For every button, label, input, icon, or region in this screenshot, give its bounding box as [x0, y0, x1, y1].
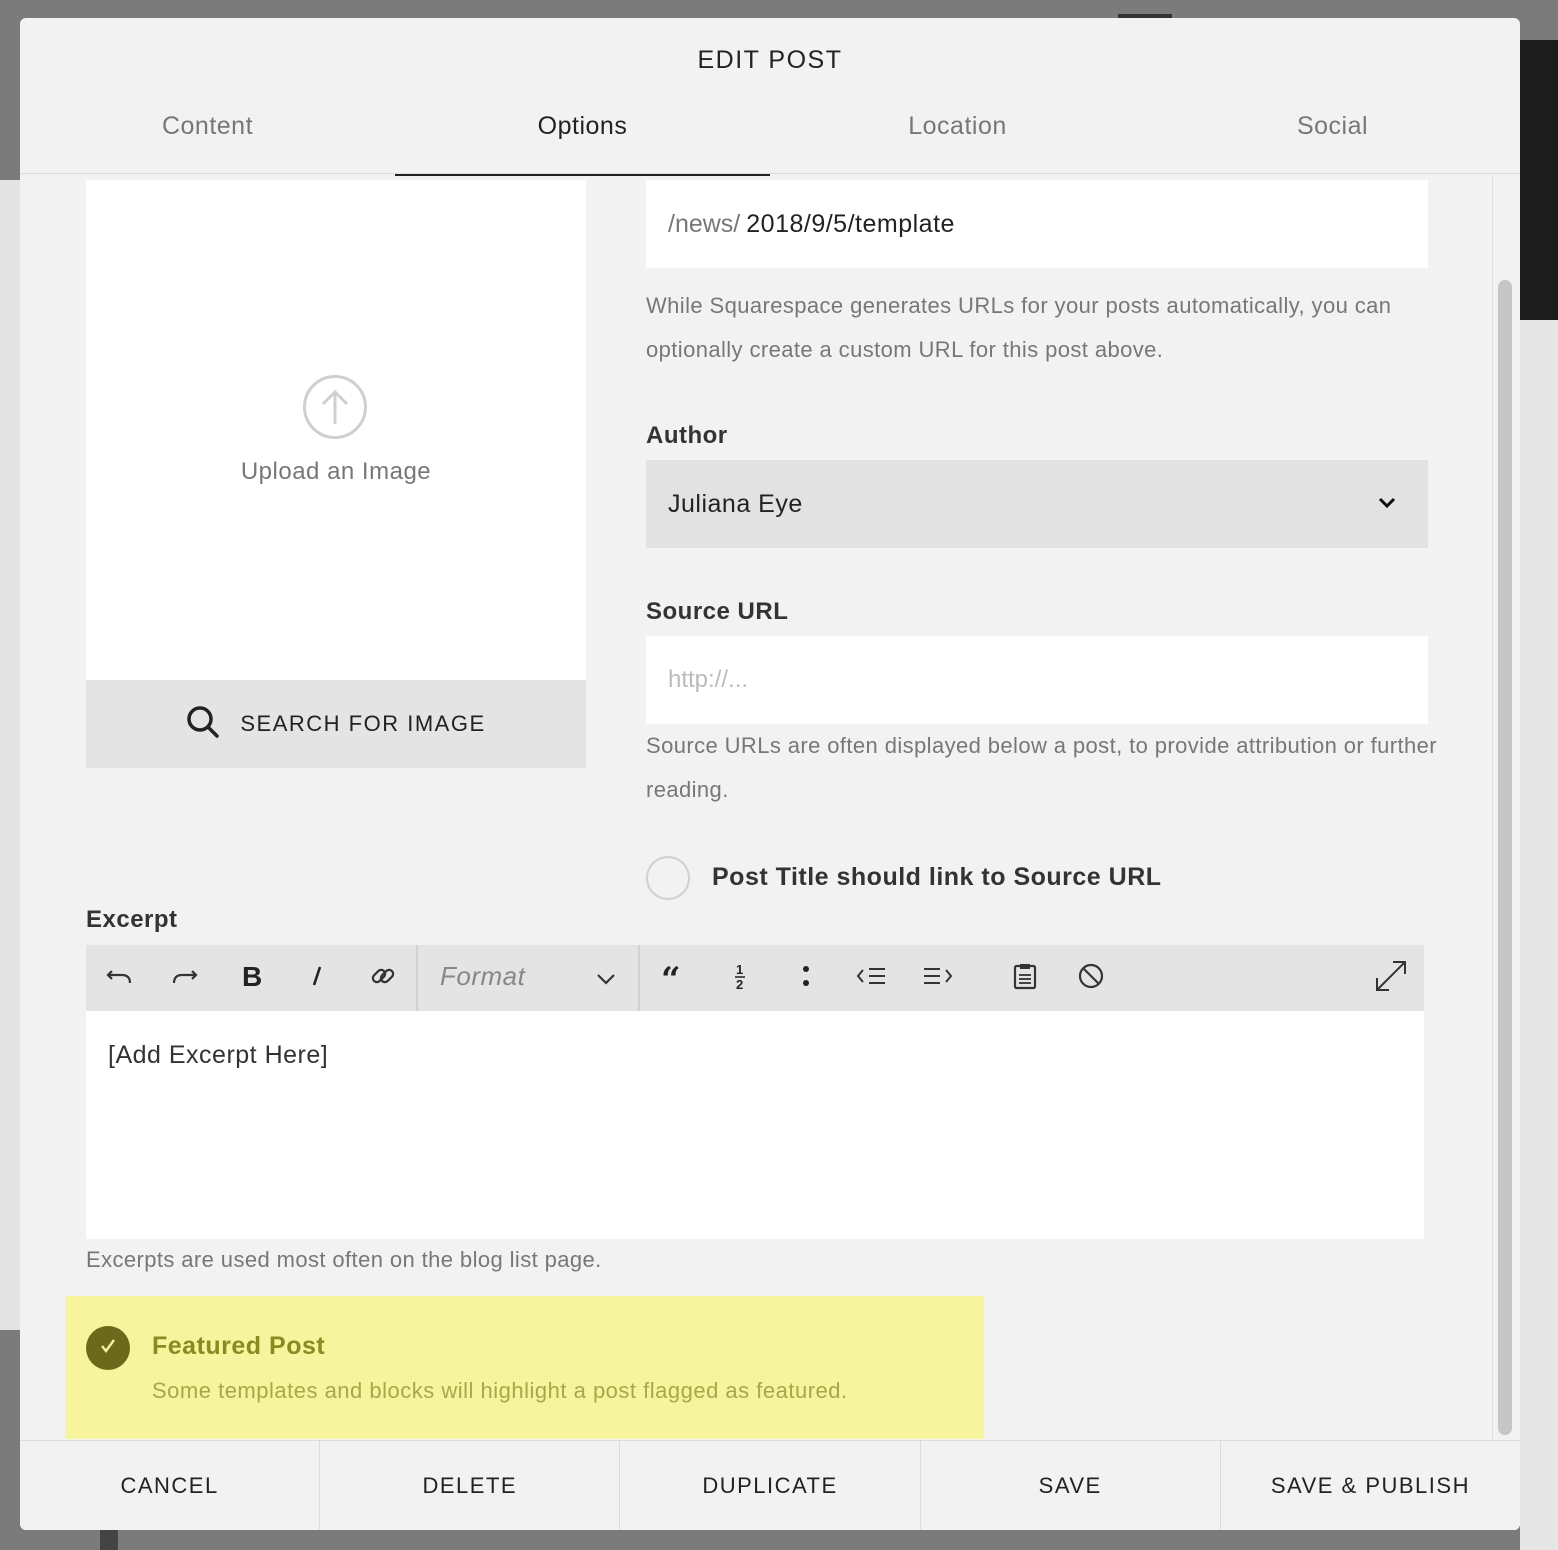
post-url-field[interactable]: /news/ 2018/9/5/template: [646, 180, 1428, 268]
format-label: Format: [440, 961, 526, 991]
search-for-image-button[interactable]: SEARCH FOR IMAGE: [86, 680, 586, 768]
bold-icon: B: [236, 961, 266, 996]
featured-post-title: Featured Post: [152, 1332, 326, 1360]
featured-post-description: Some templates and blocks will highlight…: [152, 1378, 848, 1403]
expand-icon: [1373, 958, 1409, 999]
excerpt-help-text: Excerpts are used most often on the blog…: [86, 1247, 602, 1272]
image-upload-area[interactable]: Upload an Image: [86, 180, 586, 680]
tab-content[interactable]: Content: [20, 98, 395, 174]
edit-post-modal: EDIT POST Content Options Location Socia…: [20, 18, 1520, 1530]
ordered-list-icon: 12: [725, 961, 755, 996]
duplicate-button[interactable]: DUPLICATE: [620, 1441, 921, 1530]
title-link-radio[interactable]: [646, 856, 690, 900]
search-for-image-label: SEARCH FOR IMAGE: [240, 711, 486, 736]
save-button[interactable]: SAVE: [920, 1441, 1221, 1530]
quote-button[interactable]: “: [641, 945, 707, 1011]
excerpt-label: Excerpt: [86, 906, 178, 933]
link-icon: [368, 961, 398, 996]
background-fragment: [100, 1530, 118, 1550]
delete-button[interactable]: DELETE: [320, 1441, 621, 1530]
outdent-icon: [855, 961, 889, 996]
indent-icon: [921, 961, 955, 996]
background-panel: [1520, 320, 1558, 1550]
clear-format-button[interactable]: [1058, 945, 1124, 1011]
author-select[interactable]: Juliana Eye: [646, 460, 1428, 548]
tab-options[interactable]: Options: [395, 98, 770, 176]
tab-social[interactable]: Social: [1145, 98, 1520, 174]
bullet-list-icon: [791, 961, 821, 996]
tab-location[interactable]: Location: [770, 98, 1145, 174]
ordered-list-button[interactable]: 12: [707, 945, 773, 1011]
featured-post-checkbox[interactable]: [86, 1326, 130, 1370]
modal-footer: CANCEL DELETE DUPLICATE SAVE SAVE & PUBL…: [20, 1440, 1520, 1530]
url-slug[interactable]: 2018/9/5/template: [746, 210, 955, 239]
editor-toolbar: B Format “ 1 2: [86, 945, 1424, 1011]
author-label: Author: [646, 422, 728, 449]
undo-icon: [104, 961, 134, 996]
paste-icon: [1010, 961, 1040, 996]
redo-icon: [170, 961, 200, 996]
svg-text:1: 1: [736, 962, 743, 977]
svg-text:B: B: [242, 961, 262, 991]
background-panel: [1520, 40, 1558, 320]
upload-label: Upload an Image: [240, 458, 432, 485]
featured-post-option[interactable]: Featured Post Some templates and blocks …: [65, 1296, 984, 1439]
search-icon: [186, 705, 220, 744]
cancel-button[interactable]: CANCEL: [20, 1441, 321, 1530]
save-and-publish-button[interactable]: SAVE & PUBLISH: [1220, 1441, 1520, 1530]
chevron-down-icon: [1376, 492, 1398, 519]
paste-button[interactable]: [992, 945, 1058, 1011]
author-value: Juliana Eye: [668, 489, 803, 518]
svg-text:2: 2: [736, 977, 743, 991]
url-prefix: /news/: [668, 209, 741, 238]
undo-button[interactable]: [86, 945, 152, 1011]
excerpt-editor[interactable]: [Add Excerpt Here]: [86, 1011, 1424, 1239]
checkmark-icon: [97, 1335, 119, 1362]
source-url-help-text: Source URLs are often displayed below a …: [646, 733, 1438, 802]
title-link-label: Post Title should link to Source URL: [712, 863, 1162, 891]
modal-title: EDIT POST: [697, 46, 843, 74]
italic-icon: [302, 961, 332, 996]
source-url-input[interactable]: [646, 636, 1428, 724]
scrollbar-thumb[interactable]: [1498, 280, 1512, 1435]
indent-button[interactable]: [905, 945, 971, 1011]
clear-format-icon: [1076, 961, 1106, 996]
bullet-list-button[interactable]: [773, 945, 839, 1011]
italic-button[interactable]: [284, 945, 350, 1011]
bold-button[interactable]: B: [218, 945, 284, 1011]
background-panel: [0, 180, 20, 1330]
modal-header: EDIT POST Content Options Location Socia…: [20, 18, 1520, 176]
source-url-label: Source URL: [646, 598, 789, 625]
options-panel: Upload an Image SEARCH FOR IMAGE /news/ …: [20, 175, 1520, 1440]
expand-button[interactable]: [1358, 945, 1424, 1011]
quote-icon: “: [659, 960, 689, 1000]
outdent-button[interactable]: [839, 945, 905, 1011]
excerpt-text[interactable]: [Add Excerpt Here]: [108, 1041, 328, 1070]
link-button[interactable]: [350, 945, 416, 1011]
redo-button[interactable]: [152, 945, 218, 1011]
format-dropdown[interactable]: Format: [418, 945, 638, 1011]
upload-icon: [303, 375, 367, 439]
url-help-text: While Squarespace generates URLs for you…: [646, 293, 1392, 362]
tab-bar: Content Options Location Social: [20, 98, 1520, 176]
toolbar-divider: [638, 945, 640, 1011]
svg-text:“: “: [661, 961, 681, 991]
chevron-down-icon: [594, 967, 618, 996]
